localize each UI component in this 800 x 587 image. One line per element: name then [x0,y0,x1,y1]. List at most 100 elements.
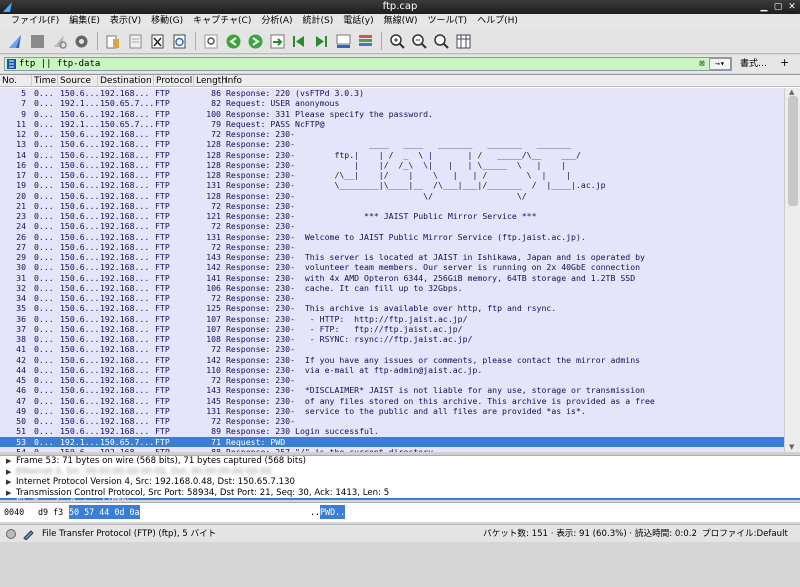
menu-item[interactable]: 編集(E) [64,14,105,29]
first-packet-icon[interactable] [290,32,309,51]
packet-row[interactable]: 17 0... 150.6... 192.168... FTP 128 Response: … [0,170,784,180]
minimize-icon[interactable]: ▁ [758,1,770,13]
packet-row[interactable]: 24 0... 150.6... 192.168... FTP 72 Response: 2… [0,221,784,231]
menu-item[interactable]: 分析(A) [256,14,297,29]
packet-row[interactable]: 12 0... 150.6... 192.168... FTP 72 Response: 2… [0,129,784,139]
maximize-icon[interactable]: ▢ [772,1,784,13]
menu-item[interactable]: ファイル(F) [6,14,64,29]
col-protocol[interactable]: Protocol [154,75,194,87]
expand-arrow-icon[interactable]: ▶ [6,456,16,467]
packet-row[interactable]: 9 0... 150.6... 192.168... FTP 100 Response: 3… [0,109,784,119]
packet-row[interactable]: 45 0... 150.6... 192.168... FTP 72 Response: 2… [0,375,784,385]
packet-row[interactable]: 29 0... 150.6... 192.168... FTP 143 Response: … [0,252,784,262]
packet-row[interactable]: 44 0... 150.6... 192.168... FTP 110 Response: … [0,365,784,375]
last-packet-icon[interactable] [312,32,331,51]
scroll-up-icon[interactable]: ▲ [789,88,794,96]
clear-filter-icon[interactable]: ⊠ [697,58,707,70]
packet-row[interactable]: 23 0... 150.6... 192.168... FTP 121 Response: … [0,211,784,221]
bytes-hex-plain[interactable]: d9 f3 [38,505,63,519]
options-gear-icon[interactable] [72,32,91,51]
detail-tree-item[interactable]: ▶ Internet Protocol Version 4, Src: 192.1… [0,477,800,488]
col-no[interactable]: No. [0,75,32,87]
packet-row[interactable]: 42 0... 150.6... 192.168... FTP 142 Response: … [0,355,784,365]
packet-row[interactable]: 27 0... 150.6... 192.168... FTP 72 Response: 2… [0,242,784,252]
packet-row[interactable]: 11 0... 192.1... 150.65.7... FTP 79 Request: P… [0,119,784,129]
resize-columns-icon[interactable] [454,32,473,51]
detail-tree-item[interactable]: ▶ Transmission Control Protocol, Src Port… [0,488,800,499]
expand-arrow-icon[interactable]: ▶ [6,498,16,500]
scrollbar-thumb[interactable] [788,96,798,206]
packet-row[interactable]: 41 0... 150.6... 192.168... FTP 72 Response: 2… [0,344,784,354]
stop-icon[interactable] [28,32,47,51]
packet-row[interactable]: 46 0... 150.6... 192.168... FTP 143 Response: … [0,385,784,395]
scroll-down-icon[interactable]: ▼ [789,443,794,451]
packet-row[interactable]: 16 0... 150.6... 192.168... FTP 128 Response: … [0,160,784,170]
packet-row[interactable]: 36 0... 150.6... 192.168... FTP 107 Response: … [0,314,784,324]
expression-button[interactable]: 書式… [740,58,767,70]
expand-arrow-icon[interactable]: ▶ [6,488,16,499]
packet-row[interactable]: 20 0... 150.6... 192.168... FTP 128 Response: … [0,191,784,201]
save-file-icon[interactable] [126,32,145,51]
packet-row[interactable]: 47 0... 150.6... 192.168... FTP 145 Response: … [0,396,784,406]
packet-row[interactable]: 13 0... 150.6... 192.168... FTP 128 Response: … [0,139,784,149]
packet-row[interactable]: 30 0... 150.6... 192.168... FTP 142 Response: … [0,262,784,272]
col-source[interactable]: Source [58,75,98,87]
menu-item[interactable]: キャプチャ(C) [188,14,256,29]
col-length[interactable]: Length [194,75,227,87]
expert-info-icon[interactable] [6,529,16,539]
goto-packet-icon[interactable] [268,32,287,51]
col-destination[interactable]: Destination [98,75,154,87]
zoom-in-icon[interactable] [388,32,407,51]
packet-row[interactable]: 38 0... 150.6... 192.168... FTP 108 Response: … [0,334,784,344]
packet-row[interactable]: 21 0... 150.6... 192.168... FTP 72 Response: 2… [0,201,784,211]
packet-row[interactable]: 50 0... 150.6... 192.168... FTP 72 Response: 2… [0,416,784,426]
colorize-icon[interactable] [356,32,375,51]
packet-row[interactable]: 53 0... 192.1... 150.65.7... FTP 71 Request: P… [0,436,784,447]
find-icon[interactable] [202,32,221,51]
packet-row[interactable]: 32 0... 150.6... 192.168... FTP 106 Response: … [0,283,784,293]
zoom-out-icon[interactable] [410,32,429,51]
expand-arrow-icon[interactable]: ▶ [6,467,16,478]
close-icon[interactable]: ✕ [786,1,798,13]
packet-row[interactable]: 31 0... 150.6... 192.168... FTP 141 Response: … [0,273,784,283]
detail-tree-item[interactable]: ▶ Ethernet II, Src: 00:00:00:00:00:00, Ds… [0,467,800,478]
menu-item[interactable]: 電話(y) [338,14,378,29]
menu-item[interactable]: 無線(W) [379,14,423,29]
detail-tree-item[interactable]: ▶ Frame 53: 71 bytes on wire (568 bits), … [0,456,800,467]
packet-row[interactable]: 35 0... 150.6... 192.168... FTP 125 Response: … [0,303,784,313]
edit-comment-icon[interactable] [22,528,34,540]
reload-icon[interactable] [170,32,189,51]
close-file-icon[interactable] [148,32,167,51]
back-icon[interactable] [224,32,243,51]
open-file-icon[interactable] [104,32,123,51]
packet-row[interactable]: 19 0... 150.6... 192.168... FTP 131 Response: … [0,180,784,190]
zoom-reset-icon[interactable] [432,32,451,51]
detail-tree-item[interactable]: ▶File Transfer Protocol (FTP) [0,498,800,500]
menu-item[interactable]: 表示(V) [105,14,146,29]
apply-filter-button[interactable]: →▾ [709,58,731,70]
expand-arrow-icon[interactable]: ▶ [6,477,16,488]
packet-row[interactable]: 7 0... 192.1... 150.65.7... FTP 82 Request: US… [0,98,784,108]
packet-row[interactable]: 49 0... 150.6... 192.168... FTP 131 Response: … [0,406,784,416]
packet-row[interactable]: 5 0... 150.6... 192.168... FTP 86 Response: 22… [0,88,784,98]
packet-row[interactable]: 34 0... 150.6... 192.168... FTP 72 Response: 2… [0,293,784,303]
packet-row[interactable]: 14 0... 150.6... 192.168... FTP 128 Response: … [0,150,784,160]
menu-item[interactable]: ツール(T) [423,14,473,29]
col-info[interactable]: Info [223,75,784,87]
add-filter-button[interactable]: + [780,57,789,69]
bytes-ascii-plain[interactable]: .. [310,505,320,519]
bytes-hex-selected[interactable]: 50 57 44 0d 0a [69,505,140,519]
packet-row[interactable]: 37 0... 150.6... 192.168... FTP 107 Response: … [0,324,784,334]
display-filter-input[interactable]: ftp || ftp-data ⊠ →▾ [4,57,732,71]
shark-fin-icon[interactable] [6,32,25,51]
packet-row[interactable]: 51 0... 150.6... 192.168... FTP 89 Response: 2… [0,426,784,436]
menu-item[interactable]: 統計(S) [298,14,339,29]
col-time[interactable]: Time [32,75,58,87]
packet-list-scrollbar[interactable]: ▲ ▼ [784,88,800,453]
autoscroll-icon[interactable] [334,32,353,51]
bytes-ascii-selected[interactable]: PWD.. [320,505,346,519]
status-profile[interactable]: プロファイル:Default [702,525,788,543]
restart-icon[interactable] [50,32,69,51]
forward-icon[interactable] [246,32,265,51]
packet-row[interactable]: 26 0... 150.6... 192.168... FTP 131 Response: … [0,232,784,242]
